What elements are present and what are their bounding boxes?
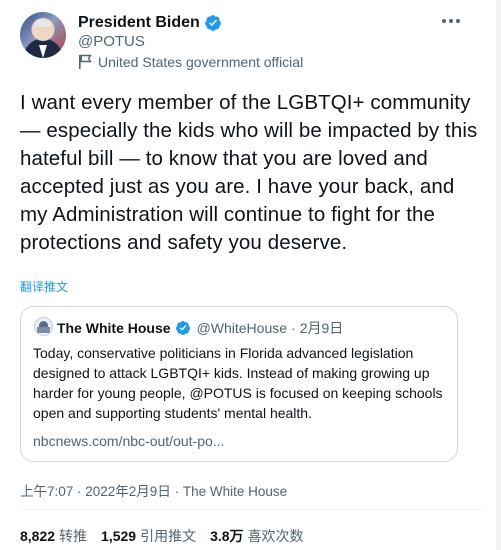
author-avatar[interactable] bbox=[20, 12, 66, 58]
likes-label: 喜欢次数 bbox=[247, 528, 304, 544]
quoted-header: The White House @WhiteHouse · 2月9日 bbox=[57, 318, 343, 338]
retweets-stat[interactable]: 8,822 转推 bbox=[20, 526, 87, 546]
quoted-author-name: The White House bbox=[57, 320, 171, 336]
quotes-stat[interactable]: 1,529 引用推文 bbox=[101, 526, 196, 546]
quoted-separator: · bbox=[291, 320, 296, 336]
tweet-text: I want every member of the LGBTQI+ commu… bbox=[20, 91, 478, 254]
avatar-shirt bbox=[39, 45, 47, 58]
retweets-label: 转推 bbox=[59, 528, 88, 544]
quoted-link[interactable]: nbcnews.com/nbc-out/out-po... bbox=[33, 433, 224, 449]
verified-badge-icon bbox=[175, 321, 190, 335]
quotes-label: 引用推文 bbox=[140, 528, 197, 544]
translate-tweet-link[interactable]: 翻译推文 bbox=[20, 278, 68, 295]
timestamp-text: 上午7:07 · 2022年2月9日 · The White House bbox=[20, 484, 288, 499]
quoted-text: Today, conservative politicians in Flori… bbox=[33, 345, 443, 421]
divider bbox=[20, 509, 482, 510]
white-house-base bbox=[37, 327, 50, 333]
more-options-icon[interactable] bbox=[438, 10, 464, 32]
quoted-date: 2月9日 bbox=[299, 320, 344, 336]
likes-count: 3.8万 bbox=[210, 528, 244, 544]
engagement-stats: 8,822 转推 1,529 引用推文 3.8万 喜欢次数 bbox=[20, 526, 304, 546]
author-handle[interactable]: @POTUS bbox=[78, 33, 145, 50]
scrollbar-track[interactable] bbox=[496, 0, 501, 550]
more-dot bbox=[442, 19, 446, 23]
tweet-timestamp[interactable]: 上午7:07 · 2022年2月9日 · The White House bbox=[20, 480, 287, 500]
government-label-text: United States government official bbox=[98, 54, 304, 70]
quoted-author-handle: @WhiteHouse bbox=[196, 320, 288, 336]
avatar-hair bbox=[35, 20, 51, 27]
quoted-author-avatar bbox=[34, 317, 53, 336]
likes-stat[interactable]: 3.8万 喜欢次数 bbox=[210, 526, 303, 546]
author-name[interactable]: President Biden bbox=[78, 14, 200, 32]
quotes-count: 1,529 bbox=[101, 528, 137, 544]
more-dot bbox=[456, 19, 460, 23]
verified-badge-icon bbox=[204, 15, 221, 31]
retweets-count: 8,822 bbox=[20, 528, 56, 544]
author-name-row: President Biden bbox=[78, 12, 222, 34]
quoted-tweet[interactable]: The White House @WhiteHouse · 2月9日 Today… bbox=[20, 306, 458, 462]
tweet-card: President Biden @POTUS United States gov… bbox=[0, 0, 501, 550]
government-label[interactable]: United States government official bbox=[78, 54, 303, 70]
more-dot bbox=[449, 19, 453, 23]
government-flag-icon bbox=[79, 54, 92, 69]
